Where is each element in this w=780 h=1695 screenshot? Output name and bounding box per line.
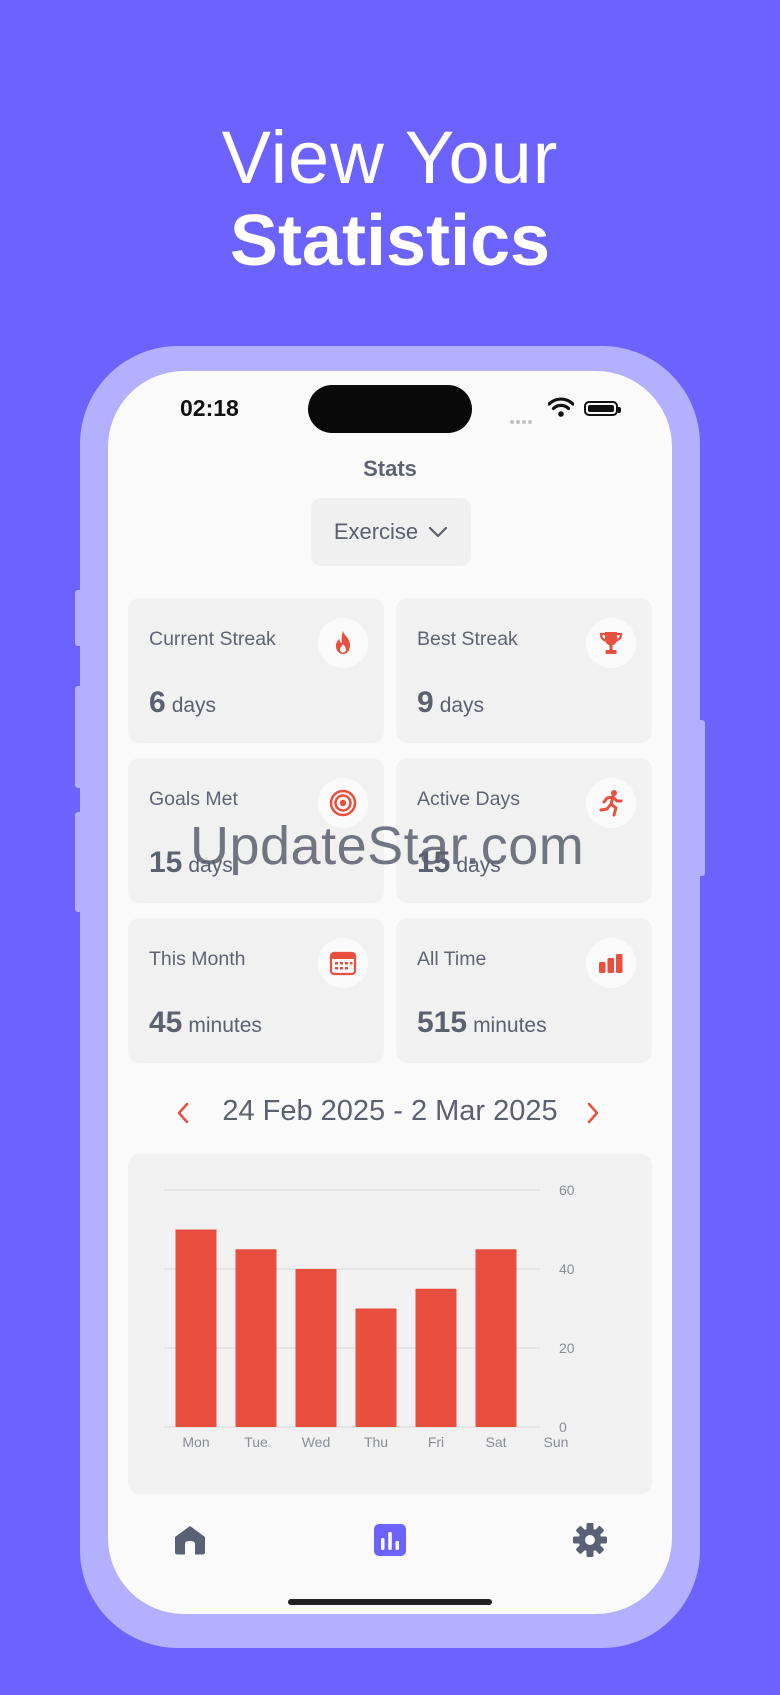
- next-week-button[interactable]: [578, 1095, 608, 1131]
- chart-y-tick-label: 0: [559, 1419, 567, 1435]
- running-icon: [586, 778, 636, 828]
- chart-x-tick-label: Sat: [485, 1434, 506, 1450]
- chart-y-tick-label: 40: [559, 1261, 575, 1277]
- weekly-bar-chart: 0 20 40 60 Mon Tue Wed Thu Fri Sat Sun: [164, 1182, 575, 1450]
- watermark-text: UpdateStar.com: [190, 816, 585, 876]
- chevron-down-icon: [429, 526, 448, 538]
- category-dropdown-value: Exercise: [333, 519, 419, 544]
- home-indicator: [288, 1599, 492, 1605]
- tab-stats[interactable]: [368, 1518, 412, 1562]
- wifi-icon: [548, 397, 574, 417]
- flame-icon: [318, 618, 368, 668]
- chart-x-tick-label: Sun: [544, 1434, 569, 1450]
- status-time: 02:18: [180, 395, 239, 421]
- category-dropdown[interactable]: Exercise: [311, 498, 471, 566]
- home-icon: [175, 1526, 205, 1555]
- chart-x-tick-label: Fri: [428, 1434, 444, 1450]
- chart-bar-fri: [415, 1288, 457, 1427]
- settings-icon: [573, 1523, 607, 1557]
- headline-line-2: Statistics: [229, 201, 551, 281]
- chart-y-tick-label: 60: [559, 1182, 575, 1198]
- battery-icon: [584, 401, 621, 416]
- phone-screen: 02:18 Stats Exercise Current Streak 6 day…: [108, 371, 672, 1614]
- stat-card-value: 6 days: [149, 686, 217, 719]
- stat-card-label: All Time: [417, 948, 487, 970]
- date-range-navigator: 24 Feb 2025 - 2 Mar 2025: [108, 1089, 672, 1139]
- chart-bar-thu: [355, 1308, 397, 1427]
- bar-chart-icon: [586, 938, 636, 988]
- chart-bar-tue: [235, 1249, 277, 1427]
- headline-line-1: View Your: [221, 116, 559, 199]
- chart-bar-mon: [175, 1229, 217, 1427]
- tab-home[interactable]: [168, 1518, 212, 1562]
- stat-card-label: Goals Met: [149, 788, 238, 810]
- stat-card-value: 45 minutes: [149, 1006, 262, 1039]
- chart-x-tick-label: Mon: [182, 1434, 209, 1450]
- calendar-icon: [318, 938, 368, 988]
- stat-card-best-streak: Best Streak 9 days: [396, 598, 652, 743]
- stats-icon: [374, 1524, 406, 1556]
- chart-bar-wed: [295, 1269, 337, 1427]
- tab-settings[interactable]: [568, 1518, 612, 1562]
- page-title: Stats: [363, 456, 417, 481]
- chart-x-tick-label: Tue: [244, 1434, 268, 1450]
- stat-card-label: Active Days: [417, 788, 520, 810]
- weekly-chart-card: 0 20 40 60 Mon Tue Wed Thu Fri Sat Sun: [128, 1154, 652, 1494]
- stat-card-label: This Month: [149, 948, 246, 970]
- chevron-right-icon: [587, 1102, 599, 1124]
- dynamic-island: [308, 385, 472, 433]
- chart-x-tick-label: Thu: [364, 1434, 388, 1450]
- stat-card-value: 9 days: [417, 686, 485, 719]
- stat-card-label: Current Streak: [149, 628, 276, 650]
- trophy-icon: [586, 618, 636, 668]
- chart-y-tick-label: 20: [559, 1340, 575, 1356]
- stat-card-value: 515 minutes: [417, 1006, 547, 1039]
- stat-card-label: Best Streak: [417, 628, 518, 650]
- chart-x-tick-label: Wed: [302, 1434, 331, 1450]
- chart-bar-sat: [475, 1249, 517, 1427]
- cellular-signal-icon: [510, 411, 534, 429]
- stat-card-current-streak: Current Streak 6 days: [128, 598, 384, 743]
- stat-card-all-time: All Time 515 minutes: [396, 918, 652, 1063]
- stat-card-this-month: This Month 45 minutes: [128, 918, 384, 1063]
- tab-bar: [108, 1506, 672, 1576]
